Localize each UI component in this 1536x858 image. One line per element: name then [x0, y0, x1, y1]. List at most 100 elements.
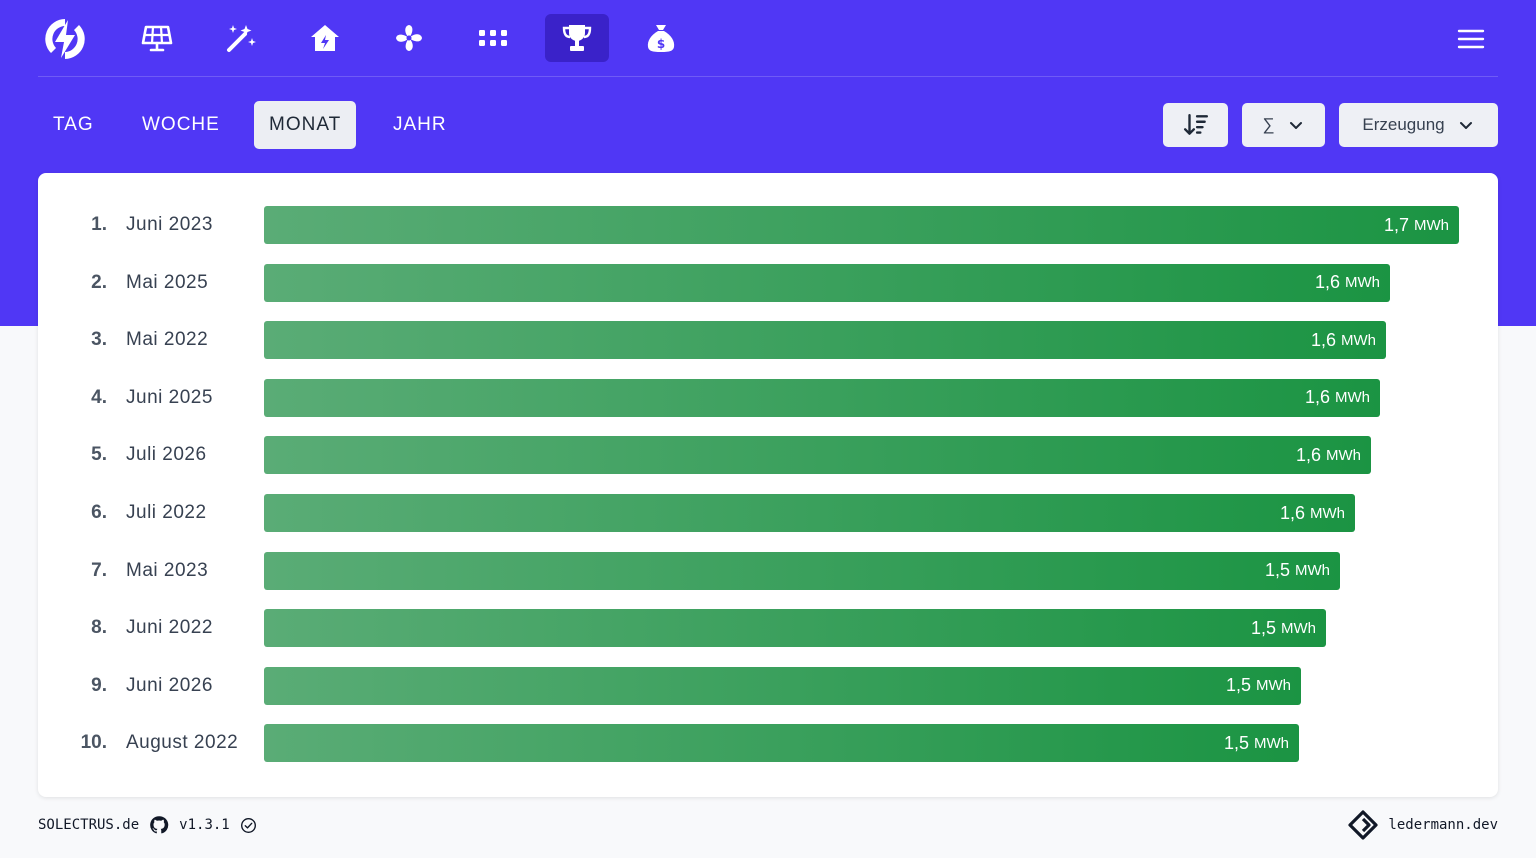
bar-value-unit: MWh	[1295, 562, 1330, 580]
ranking-row: 10. August 2022 1,5 MWh	[38, 724, 1498, 763]
bar-value-number: 1,6	[1295, 444, 1321, 465]
value-bar[interactable]: 1,5 MWh	[264, 724, 1299, 763]
ranking-row: 9. Juni 2026 1,5 MWh	[38, 666, 1498, 705]
value-bar[interactable]: 1,5 MWh	[264, 551, 1340, 590]
bar-value-unit: MWh	[1414, 216, 1449, 234]
period-label: Mai 2022	[126, 329, 209, 351]
author-link[interactable]: ledermann.dev	[1388, 817, 1498, 833]
rank-number: 7.	[91, 559, 107, 581]
nav-top10-button[interactable]	[545, 14, 609, 62]
bar-value-unit: MWh	[1256, 677, 1291, 695]
rank-number: 5.	[91, 444, 107, 466]
github-icon[interactable]	[149, 815, 169, 835]
ranking-row: 5. Juli 2026 1,6 MWh	[38, 436, 1498, 475]
period-label: Mai 2025	[126, 271, 209, 293]
bar-value-label: 1,6 MWh	[1280, 494, 1345, 532]
bar-value-label: 1,5 MWh	[1265, 552, 1330, 590]
period-label: Mai 2023	[126, 559, 209, 581]
metric-dropdown[interactable]: Erzeugung	[1339, 103, 1498, 147]
nav-finance-button[interactable]: $	[629, 14, 693, 62]
rank-number: 10.	[80, 732, 107, 754]
period-label: Juli 2022	[126, 502, 207, 523]
ranking-row: 7. Mai 2023 1,5 MWh	[38, 551, 1498, 590]
svg-text:$: $	[657, 37, 665, 51]
aggregate-dropdown[interactable]: ∑	[1242, 103, 1325, 147]
tab-day[interactable]: TAG	[38, 101, 109, 149]
ranking-row: 3. Mai 2022 1,6 MWh	[38, 321, 1498, 360]
ranking-card: 1. Juni 2023 1,7 MWh 2. Mai 2025 1,6 MWh 3. Mai 2…	[38, 173, 1498, 797]
ranking-row: 1. Juni 2023 1,7 MWh	[38, 206, 1498, 244]
bar-value-number: 1,6	[1279, 502, 1305, 523]
value-bar[interactable]: 1,6 MWh	[264, 494, 1355, 532]
bar-value-unit: MWh	[1310, 504, 1345, 522]
bar-value-label: 1,7 MWh	[1384, 206, 1449, 244]
solectrus-bolt-logo-icon[interactable]	[42, 16, 88, 62]
grid-dots-icon	[479, 30, 507, 46]
bar-value-label: 1,6 MWh	[1305, 379, 1370, 417]
bar-value-unit: MWh	[1335, 389, 1370, 407]
bar-value-number: 1,5	[1225, 675, 1251, 696]
footer-right[interactable]: ledermann.dev	[1348, 810, 1498, 840]
value-bar[interactable]: 1,7 MWh	[264, 206, 1459, 244]
bar-value-unit: MWh	[1254, 734, 1289, 752]
period-label: August 2022	[126, 732, 239, 754]
bar-value-number: 1,6	[1304, 387, 1330, 408]
bar-value-unit: MWh	[1281, 619, 1316, 637]
footer-left: SOLECTRUS.de v1.3.1	[38, 813, 257, 837]
bar-value-number: 1,5	[1250, 617, 1276, 638]
value-bar[interactable]: 1,6 MWh	[264, 321, 1386, 360]
period-label: Juni 2025	[126, 386, 213, 408]
period-label: Juni 2026	[126, 674, 213, 696]
ranking-row: 8. Juni 2022 1,5 MWh	[38, 609, 1498, 648]
period-label: Juli 2026	[126, 444, 207, 466]
chevron-down-icon	[1289, 122, 1302, 129]
bar-value-number: 1,5	[1223, 732, 1249, 753]
fan-icon	[396, 25, 422, 51]
bar-value-unit: MWh	[1341, 331, 1376, 349]
nav-forecast-button[interactable]	[209, 14, 273, 62]
sort-descending-icon	[1183, 114, 1208, 135]
value-bar[interactable]: 1,6 MWh	[264, 436, 1371, 475]
aggregate-label: ∑	[1262, 115, 1275, 134]
ranking-row: 2. Mai 2025 1,6 MWh	[38, 263, 1498, 302]
period-label: Juni 2023	[126, 214, 213, 235]
bar-value-unit: MWh	[1326, 446, 1361, 464]
bar-value-number: 1,5	[1264, 560, 1290, 581]
tab-month[interactable]: MONAT	[254, 101, 357, 149]
value-bar[interactable]: 1,6 MWh	[264, 263, 1390, 302]
hamburger-menu-icon[interactable]	[1454, 22, 1488, 56]
bar-value-label: 1,6 MWh	[1311, 321, 1376, 359]
trophy-icon	[562, 25, 592, 51]
value-bar[interactable]: 1,6 MWh	[264, 378, 1380, 417]
nav-apps-button[interactable]	[461, 14, 525, 62]
check-circle-icon	[240, 817, 256, 833]
rank-number: 8.	[91, 617, 107, 639]
nav-wind-button[interactable]	[377, 14, 441, 62]
money-bag-icon: $	[647, 25, 675, 52]
ledermann-logo-icon	[1348, 810, 1379, 840]
value-bar[interactable]: 1,5 MWh	[264, 666, 1301, 705]
bar-value-label: 1,6 MWh	[1296, 436, 1361, 474]
rank-number: 4.	[91, 386, 107, 408]
metric-label: Erzeugung	[1362, 115, 1445, 134]
value-bar[interactable]: 1,5 MWh	[264, 609, 1326, 648]
tab-year[interactable]: JAHR	[378, 101, 462, 149]
chevron-down-icon	[1459, 122, 1472, 129]
rank-number: 6.	[91, 502, 107, 523]
nav-solar-button[interactable]	[125, 14, 189, 62]
rank-number: 1.	[91, 214, 107, 235]
nav-house-button[interactable]	[293, 14, 357, 62]
solar-panel-icon	[141, 25, 173, 52]
period-label: Juni 2022	[126, 617, 213, 639]
rank-number: 3.	[91, 329, 107, 351]
house-icon	[311, 25, 339, 51]
ranking-row: 4. Juni 2025 1,6 MWh	[38, 378, 1498, 417]
solectrus-link[interactable]: SOLECTRUS.de	[38, 817, 139, 833]
tab-week[interactable]: WOCHE	[127, 101, 235, 149]
sort-button[interactable]	[1163, 103, 1228, 147]
bar-value-label: 1,6 MWh	[1315, 264, 1380, 302]
bar-value-unit: MWh	[1345, 274, 1380, 292]
rank-number: 2.	[91, 271, 107, 293]
bar-value-label: 1,5 MWh	[1224, 724, 1289, 762]
version-label[interactable]: v1.3.1	[179, 817, 230, 833]
